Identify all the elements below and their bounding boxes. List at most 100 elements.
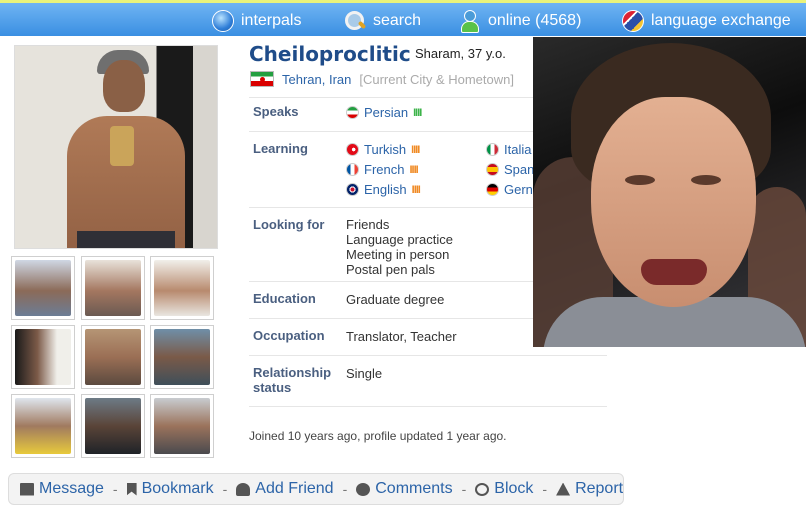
language-name: Turkish xyxy=(364,142,407,157)
overlay-mouth xyxy=(641,259,707,285)
nav-language-exchange[interactable]: language exchange xyxy=(622,9,791,33)
photo-thumbnail-5[interactable] xyxy=(81,325,145,389)
thumbnail-image xyxy=(154,260,210,316)
comment-icon xyxy=(356,482,371,496)
bookmark-icon xyxy=(126,482,137,496)
looking-for-label: Looking for xyxy=(253,217,325,232)
bookmark-label: Bookmark xyxy=(141,480,214,497)
top-navigation-bar: interpals search online (4568) language … xyxy=(0,0,806,36)
relationship-value: Single xyxy=(346,366,383,381)
main-profile-photo[interactable] xyxy=(14,45,218,249)
add-friend-button[interactable]: Add Friend xyxy=(236,480,334,498)
photo-thumbnail-8[interactable] xyxy=(81,394,145,458)
france-flag-icon xyxy=(346,163,359,176)
nav-search[interactable]: search xyxy=(344,9,421,33)
education-value: Graduate degree xyxy=(346,292,445,307)
turkey-flag-icon xyxy=(346,143,359,156)
thumbnail-image xyxy=(154,398,210,454)
photo-thumbnail-4[interactable] xyxy=(11,325,75,389)
learning-language-english[interactable]: English IIII xyxy=(346,182,421,197)
education-label: Education xyxy=(253,291,316,306)
block-button[interactable]: Block xyxy=(475,480,533,498)
action-separator: - xyxy=(222,481,228,497)
looking-for-item: Postal pen pals xyxy=(346,262,435,277)
action-separator: - xyxy=(342,481,348,497)
language-level: IIII xyxy=(411,183,421,196)
bookmark-button[interactable]: Bookmark xyxy=(126,480,214,498)
message-button[interactable]: Message xyxy=(20,480,104,498)
photo-figure-head xyxy=(103,60,145,112)
thumbnail-image xyxy=(15,398,71,454)
germany-flag-icon xyxy=(486,183,499,196)
nav-language-exchange-label: language exchange xyxy=(651,12,791,29)
nav-online[interactable]: online (4568) xyxy=(459,9,581,33)
iran-flag-icon xyxy=(250,71,274,87)
report-label: Report xyxy=(575,480,624,497)
report-button[interactable]: Report xyxy=(556,480,623,498)
looking-for-item: Friends xyxy=(346,217,390,232)
relationship-label: Relationship status xyxy=(253,365,332,395)
learning-label: Learning xyxy=(253,141,308,156)
action-separator: - xyxy=(542,481,548,497)
photo-thumbnail-7[interactable] xyxy=(11,394,75,458)
block-icon xyxy=(475,482,490,496)
profile-name-age: Sharam, 37 y.o. xyxy=(415,46,506,61)
learning-language-turkish[interactable]: Turkish IIII xyxy=(346,142,420,157)
thumbnail-image xyxy=(85,260,141,316)
spain-flag-icon xyxy=(486,163,499,176)
warning-icon xyxy=(556,482,571,496)
language-level: IIII xyxy=(411,143,420,156)
nav-search-label: search xyxy=(373,12,422,29)
looking-for-item: Meeting in person xyxy=(346,247,450,262)
thumbnail-image xyxy=(15,260,71,316)
learning-language-spanish[interactable]: Span xyxy=(486,162,534,177)
block-label: Block xyxy=(494,480,534,497)
language-name: Persian xyxy=(364,105,409,120)
overlay-eye xyxy=(691,175,721,185)
thumbnail-image xyxy=(85,329,141,385)
photo-thumbnail-3[interactable] xyxy=(150,256,214,320)
learning-language-german[interactable]: Gern xyxy=(486,182,533,197)
profile-city-hint: [Current City & Hometown] xyxy=(359,71,514,87)
add-friend-label: Add Friend xyxy=(255,480,334,497)
action-separator: - xyxy=(112,481,118,497)
divider xyxy=(249,406,607,407)
learning-language-italian[interactable]: Italia xyxy=(486,142,531,157)
photo-figure-phone xyxy=(110,126,134,166)
globe-icon xyxy=(212,10,234,32)
online-users-icon xyxy=(459,10,481,33)
nav-interpals[interactable]: interpals xyxy=(212,9,301,33)
photo-thumbnail-1[interactable] xyxy=(11,256,75,320)
speaks-label: Speaks xyxy=(253,104,299,119)
photo-thumbnail-9[interactable] xyxy=(150,394,214,458)
envelope-icon xyxy=(20,482,34,496)
user-icon xyxy=(236,482,251,496)
profile-location: Tehran, Iran [Current City & Hometown] xyxy=(250,71,514,87)
language-name: English xyxy=(364,182,407,197)
nav-interpals-label: interpals xyxy=(241,12,302,29)
divider xyxy=(249,355,607,356)
overlay-crying-face-image xyxy=(533,37,806,347)
language-exchange-icon xyxy=(622,10,644,32)
photo-figure-pants xyxy=(77,231,175,248)
photo-thumbnail-6[interactable] xyxy=(150,325,214,389)
thumbnail-image xyxy=(15,329,71,385)
uk-flag-icon xyxy=(346,183,359,196)
comments-label: Comments xyxy=(375,480,453,497)
comments-button[interactable]: Comments xyxy=(356,480,453,498)
profile-city-link[interactable]: Tehran, Iran xyxy=(282,72,351,87)
language-name: Italia xyxy=(504,142,532,157)
looking-for-item: Language practice xyxy=(346,232,453,247)
profile-action-bar: Message - Bookmark - Add Friend - Commen… xyxy=(8,473,624,505)
language-name: French xyxy=(364,162,405,177)
learning-language-french[interactable]: French IIII xyxy=(346,162,419,177)
language-name: Span xyxy=(504,162,535,177)
speaks-language-persian[interactable]: Persian IIII xyxy=(346,105,422,120)
occupation-value: Translator, Teacher xyxy=(346,329,457,344)
thumbnail-image xyxy=(154,329,210,385)
language-name: Gern xyxy=(504,182,533,197)
language-level: IIII xyxy=(409,163,418,176)
iran-flag-icon xyxy=(346,106,359,119)
photo-thumbnail-2[interactable] xyxy=(81,256,145,320)
nav-online-label: online (4568) xyxy=(488,12,582,29)
